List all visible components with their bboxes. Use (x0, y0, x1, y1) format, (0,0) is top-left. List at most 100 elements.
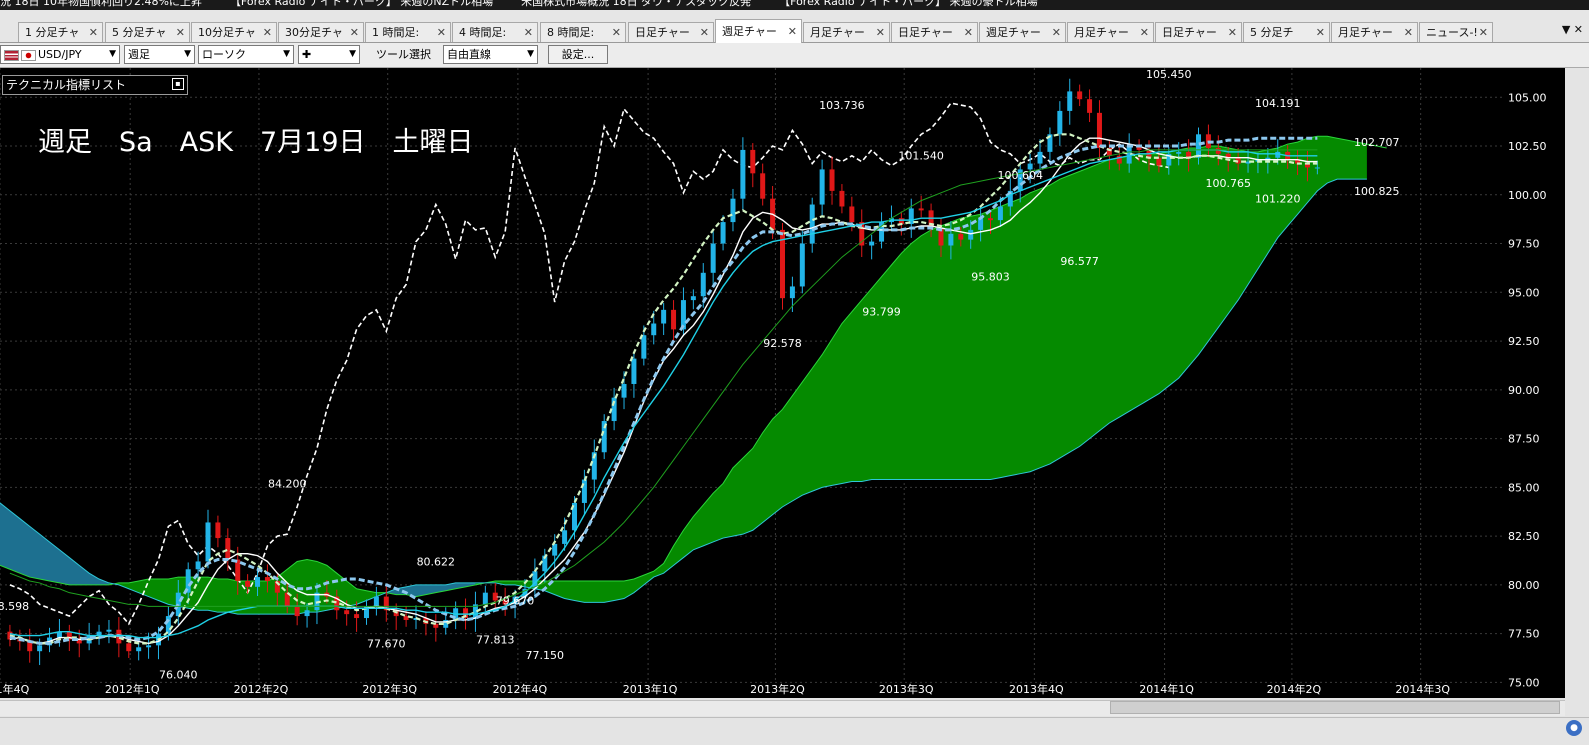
candle-bearish (988, 218, 994, 221)
tab-1[interactable]: 1 分足チャ ✕ (18, 22, 103, 42)
price-annotation: 92.578 (763, 337, 802, 350)
tool-select-label: ツール選択 (376, 48, 431, 61)
x-tick-label: 2012年2Q (234, 682, 289, 696)
ticker-item[interactable]: 況 18日 10年物国債利回り2.48%に上昇 (0, 0, 202, 7)
cursor-select[interactable]: ✚ ▼ (298, 45, 360, 64)
candle-bullish (205, 522, 211, 562)
candle-bearish (671, 309, 677, 330)
chart-tab-bar: ▼ ✕ 1 分足チャ ✕ 5 分足チャ ✕ 10分足チャ ✕ 30分足チャ ✕ 1 時間足: ✕ 4… (0, 10, 1589, 43)
tab-11[interactable]: 日足チャー ✕ (891, 22, 978, 42)
candle-bearish (1156, 157, 1162, 166)
price-annotation: 77.813 (476, 633, 515, 646)
candle-bullish (373, 596, 379, 607)
period-select[interactable]: 週足 ▼ (124, 45, 195, 64)
candle-bearish (225, 538, 231, 560)
y-tick-label: 97.50 (1508, 238, 1540, 251)
tab-label: 月足チャー (810, 26, 865, 39)
tab-close-icon[interactable]: ✕ (263, 23, 272, 42)
chart-type-label: ローソク (202, 48, 246, 61)
tab-close-icon[interactable]: ✕ (89, 23, 98, 42)
candle-bullish (1176, 151, 1182, 154)
tab-3[interactable]: 10分足チャ ✕ (191, 22, 277, 42)
tab-close-icon[interactable]: ✕ (1479, 23, 1488, 42)
price-annotation: 96.577 (1060, 255, 1099, 268)
tab-close-icon[interactable]: ✕ (1052, 23, 1061, 42)
tab-10[interactable]: 月足チャー ✕ (803, 22, 890, 42)
ticker-item[interactable]: 【Forex Radio ナイト・パーク】 来週の豪ドル相場 (779, 0, 1037, 7)
currency-pair-select[interactable]: USD/JPY ▼ (0, 45, 120, 64)
candle-bullish (651, 323, 657, 336)
candle-bullish (165, 616, 171, 634)
tab-close-icon[interactable]: ✕ (612, 23, 621, 42)
candle-bearish (215, 522, 221, 539)
chart-type-select[interactable]: ローソク ▼ (198, 45, 294, 64)
tab-12[interactable]: 週足チャー ✕ (979, 22, 1066, 42)
tab-5[interactable]: 1 時間足: ✕ (365, 22, 451, 42)
indicator-list-panel[interactable]: テクニカル指標リスト ▪ (2, 75, 188, 95)
price-annotation: 76.040 (159, 668, 198, 681)
candle-bullish (106, 629, 112, 632)
tab-menu-control[interactable]: ▼ ✕ (1562, 23, 1583, 36)
candle-bullish (37, 645, 43, 652)
candle-bearish (958, 233, 964, 240)
tab-close-icon[interactable]: ✕ (1140, 23, 1149, 42)
right-edge-strip (1565, 68, 1589, 698)
tab-15[interactable]: 5 分足チ ✕ (1243, 22, 1330, 42)
scrollbar-thumb[interactable] (1110, 701, 1560, 714)
tab-label: 週足チャー (986, 26, 1041, 39)
tab-close-icon[interactable]: ✕ (437, 23, 446, 42)
x-tick-label: 2014年2Q (1267, 682, 1322, 696)
x-tick-label: 2013年3Q (879, 682, 934, 696)
ticker-item[interactable]: 【Forex Radio ナイト・パーク】 来週のNZドル相場 (230, 0, 493, 7)
tab-2[interactable]: 5 分足チャ ✕ (105, 22, 190, 42)
tab-9[interactable]: 週足チャー ✕ (715, 19, 802, 43)
tab-close-icon[interactable]: ✕ (1316, 23, 1325, 42)
x-tick-label: 2013年4Q (1009, 682, 1064, 696)
currency-pair-label: USD/JPY (38, 48, 82, 61)
price-annotation: 101.220 (1255, 193, 1301, 206)
chevron-down-icon: ▼ (184, 49, 191, 59)
tab-14[interactable]: 日足チャー ✕ (1155, 22, 1242, 42)
tab-close-icon[interactable]: ✕ (350, 23, 359, 42)
candle-bearish (839, 190, 845, 207)
candle-bullish (631, 358, 637, 384)
tab-16[interactable]: 月足チャー ✕ (1331, 22, 1418, 42)
x-tick-label: 2014年1Q (1139, 682, 1194, 696)
tab-label: 1 時間足: (372, 26, 420, 39)
y-tick-label: 75.00 (1508, 676, 1540, 689)
news-ticker[interactable]: 況 18日 10年物国債利回り2.48%に上昇 【Forex Radio ナイト・… (0, 0, 1589, 10)
tab-close-icon[interactable]: ✕ (524, 23, 533, 42)
drawing-tool-select[interactable]: 自由直線 ▼ (443, 45, 538, 64)
connection-status-icon[interactable]: ● (1566, 720, 1582, 736)
chart-area[interactable]: 78.598 76.040 84.200 77.670 80.622 77.813 79.6… (0, 68, 1589, 698)
candle-bearish (245, 580, 251, 587)
tab-close-icon[interactable]: ✕ (176, 23, 185, 42)
weekly-candlestick-chart[interactable]: 78.598 76.040 84.200 77.670 80.622 77.813 79.6… (0, 68, 1565, 698)
tab-label: 月足チャー (1074, 26, 1129, 39)
settings-button[interactable]: 設定... (548, 45, 608, 64)
tab-17[interactable]: ニュース-! ✕ (1419, 22, 1493, 42)
tab-label: 1 分足チャ (25, 26, 80, 39)
candle-bearish (918, 208, 924, 211)
tab-close-icon[interactable]: ✕ (700, 23, 709, 42)
candle-bullish (789, 286, 795, 299)
panel-close-icon[interactable]: ▪ (172, 78, 184, 90)
y-tick-label: 77.50 (1508, 628, 1540, 641)
tab-close-icon[interactable]: ✕ (788, 20, 797, 43)
tab-7[interactable]: 8 時間足: ✕ (540, 22, 626, 42)
candle-bullish (690, 296, 696, 301)
status-divider (0, 717, 1589, 718)
tab-close-icon[interactable]: ✕ (1228, 23, 1237, 42)
tab-8[interactable]: 日足チャー ✕ (628, 22, 714, 42)
candle-bullish (1037, 151, 1043, 164)
price-annotation: 77.670 (367, 637, 406, 650)
candle-bearish (126, 643, 132, 652)
tab-13[interactable]: 月足チャー ✕ (1067, 22, 1154, 42)
ticker-item[interactable]: 米国株式市場概況 18日 ダウ・ナスダック反発 (521, 0, 751, 7)
tab-close-icon[interactable]: ✕ (876, 23, 885, 42)
tab-close-icon[interactable]: ✕ (964, 23, 973, 42)
tab-close-icon[interactable]: ✕ (1404, 23, 1413, 42)
y-tick-label: 80.00 (1508, 579, 1540, 592)
tab-6[interactable]: 4 時間足: ✕ (452, 22, 538, 42)
tab-4[interactable]: 30分足チャ ✕ (278, 22, 364, 42)
